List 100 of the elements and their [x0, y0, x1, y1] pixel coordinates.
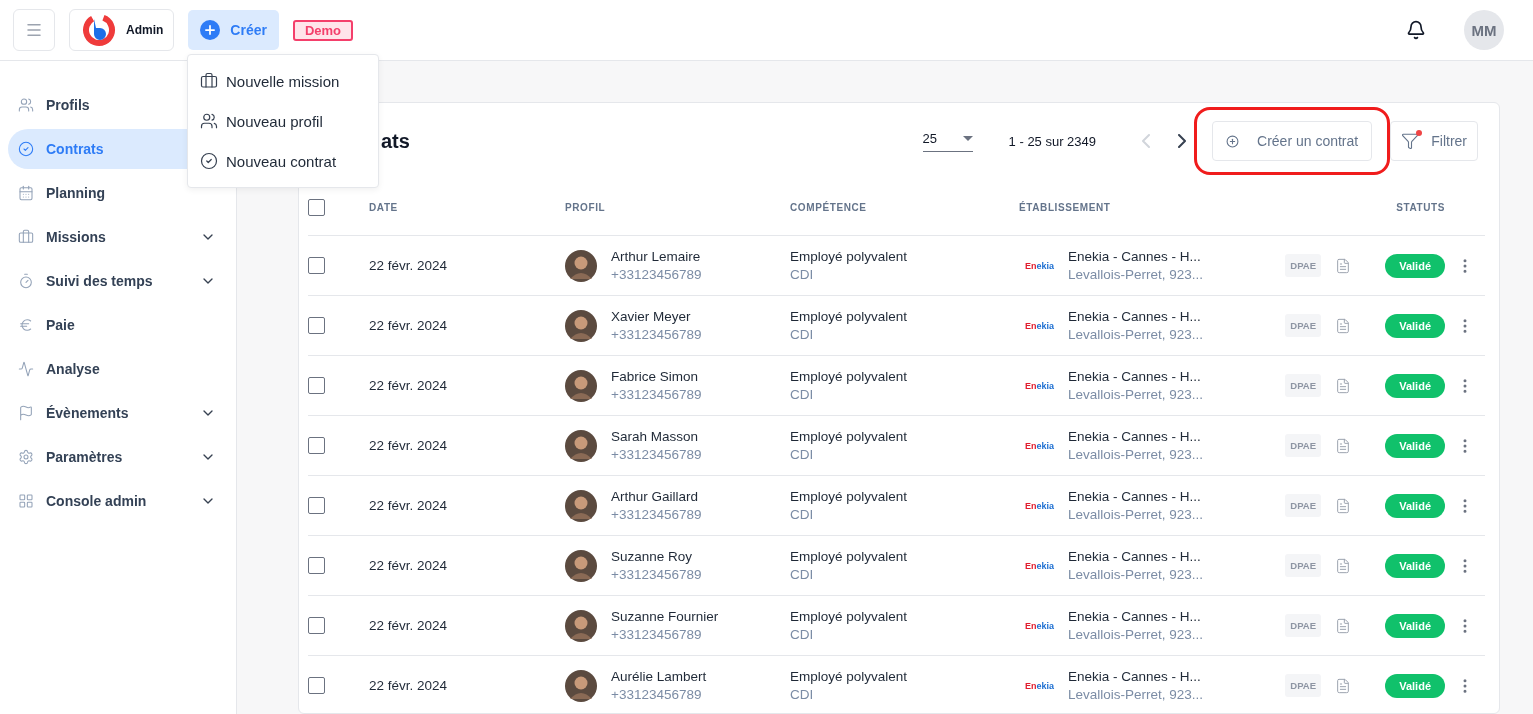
- site-name: Enekia - Cannes - H...: [1068, 309, 1202, 324]
- user-avatar[interactable]: MM: [1464, 10, 1504, 50]
- plus-icon: [200, 20, 221, 40]
- avatar-icon: [565, 609, 597, 642]
- flag-icon: [18, 405, 34, 421]
- skill-text: Employé polyvalent: [790, 249, 908, 264]
- site-address: Levallois-Perret, 923...: [1068, 387, 1204, 402]
- status-badge: Validé: [1385, 613, 1445, 638]
- page-title: ats: [381, 129, 410, 153]
- contract-type: CDI: [790, 567, 815, 582]
- chevron-right-icon: [1178, 134, 1187, 148]
- avatar-icon: [565, 669, 597, 702]
- sidebar-item[interactable]: Missions: [8, 217, 236, 257]
- profile-name: Fabrice Simon: [611, 369, 700, 384]
- profile-name: Aurélie Lambert: [611, 669, 707, 684]
- settings-icon: [18, 449, 34, 465]
- column-header: PROFIL: [565, 200, 607, 215]
- euro-icon: [18, 317, 34, 333]
- skill-text: Employé polyvalent: [790, 609, 908, 624]
- contract-type: CDI: [790, 627, 815, 642]
- logo-icon: [82, 13, 116, 47]
- notification-bell-icon[interactable]: [1406, 20, 1426, 40]
- create-contract-button[interactable]: Créer un contrat: [1212, 121, 1373, 161]
- skill-text: Employé polyvalent: [790, 429, 908, 444]
- row-checkbox[interactable]: [308, 317, 325, 334]
- avatar-icon: [565, 489, 597, 522]
- date-text: 22 févr. 2024: [369, 678, 448, 693]
- briefcase-icon: [18, 229, 34, 245]
- date-text: 22 févr. 2024: [369, 318, 448, 333]
- sidebar-item[interactable]: Analyse: [8, 349, 236, 389]
- status-badge: Validé: [1385, 493, 1445, 518]
- pagination-range: 1 - 25 sur 2349: [1008, 133, 1097, 149]
- grid-icon: [18, 493, 34, 509]
- status-badge: Validé: [1385, 673, 1445, 698]
- phone-number: +33123456789: [611, 387, 702, 402]
- profile-name: Xavier Meyer: [611, 309, 692, 324]
- select-all-checkbox[interactable]: [308, 198, 325, 216]
- date-text: 22 févr. 2024: [369, 558, 448, 573]
- company-logo: Enekia: [1025, 320, 1055, 331]
- avatar-icon: [565, 429, 597, 462]
- menu-item[interactable]: Nouvelle mission: [188, 61, 378, 101]
- dpae-badge: DPAE: [1285, 434, 1321, 457]
- date-text: 22 févr. 2024: [369, 618, 448, 633]
- site-name: Enekia - Cannes - H...: [1068, 669, 1202, 684]
- row-checkbox[interactable]: [308, 497, 325, 514]
- filter-button[interactable]: Filtrer: [1390, 121, 1478, 161]
- phone-number: +33123456789: [611, 687, 703, 702]
- dpae-badge: DPAE: [1285, 374, 1321, 397]
- profile-name: Suzanne Roy: [611, 549, 694, 564]
- company-logo: Enekia: [1025, 620, 1055, 631]
- avatar-icon: [565, 369, 597, 402]
- site-name: Enekia - Cannes - H...: [1068, 609, 1202, 624]
- dpae-badge: DPAE: [1285, 554, 1321, 577]
- brand-button[interactable]: Admin: [69, 9, 175, 51]
- avatar-icon: [565, 549, 597, 582]
- chevron-left-icon: [1142, 134, 1151, 148]
- skill-text: Employé polyvalent: [790, 309, 908, 324]
- column-header: COMPÉTENCE: [790, 200, 868, 215]
- environment-badge: Demo: [292, 19, 354, 41]
- row-checkbox[interactable]: [308, 677, 325, 694]
- page-size-select[interactable]: 25: [922, 130, 973, 152]
- status-badge: Validé: [1385, 553, 1445, 578]
- site-address: Levallois-Perret, 923...: [1068, 267, 1204, 282]
- sidebar-item[interactable]: Paie: [8, 305, 236, 345]
- row-checkbox[interactable]: [308, 557, 325, 574]
- row-checkbox[interactable]: [308, 377, 325, 394]
- status-badge: Validé: [1385, 433, 1445, 458]
- check-circle-icon: [18, 141, 34, 157]
- date-text: 22 févr. 2024: [369, 498, 448, 513]
- company-logo: Enekia: [1025, 380, 1055, 391]
- dpae-badge: DPAE: [1285, 254, 1321, 277]
- skill-text: Employé polyvalent: [790, 549, 908, 564]
- company-logo: Enekia: [1025, 680, 1055, 691]
- row-checkbox[interactable]: [308, 257, 325, 274]
- skill-text: Employé polyvalent: [790, 489, 908, 504]
- status-badge: Validé: [1385, 373, 1445, 398]
- site-address: Levallois-Perret, 923...: [1068, 687, 1204, 702]
- dpae-badge: DPAE: [1285, 494, 1321, 517]
- sidebar-item[interactable]: Paramètres: [8, 437, 236, 477]
- column-header: DATE: [369, 200, 399, 215]
- site-address: Levallois-Perret, 923...: [1068, 447, 1204, 462]
- people-icon: [200, 112, 218, 130]
- check-circle-icon: [200, 152, 218, 170]
- row-checkbox[interactable]: [308, 617, 325, 634]
- dpae-badge: DPAE: [1285, 674, 1321, 697]
- profile-name: Arthur Gaillard: [611, 489, 700, 504]
- avatar-icon: [565, 309, 597, 342]
- sidebar-item[interactable]: Évènements: [8, 393, 236, 433]
- contract-type: CDI: [790, 267, 815, 282]
- row-checkbox[interactable]: [308, 437, 325, 454]
- site-address: Levallois-Perret, 923...: [1068, 327, 1204, 342]
- profile-name: Suzanne Fournier: [611, 609, 719, 624]
- sidebar-item[interactable]: Console admin: [8, 481, 236, 521]
- dpae-badge: DPAE: [1285, 314, 1321, 337]
- sidebar-item[interactable]: Suivi des temps: [8, 261, 236, 301]
- timer-icon: [18, 273, 34, 289]
- contract-type: CDI: [790, 507, 815, 522]
- next-page-button[interactable]: [1178, 134, 1187, 148]
- site-address: Levallois-Perret, 923...: [1068, 627, 1204, 642]
- status-badge: Validé: [1385, 313, 1445, 338]
